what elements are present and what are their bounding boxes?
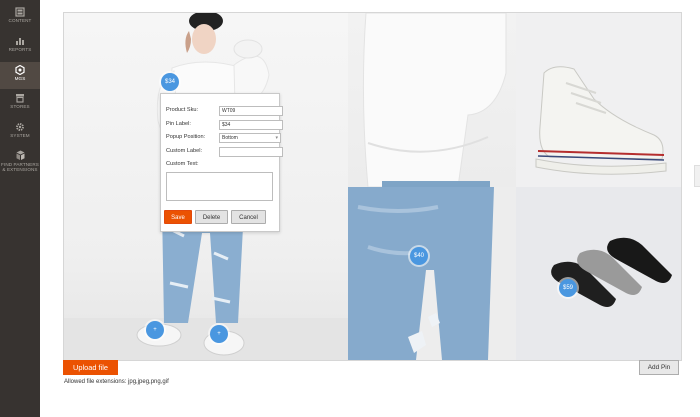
cancel-button[interactable]: Cancel xyxy=(231,210,266,224)
custom-text-textarea[interactable] xyxy=(166,172,273,201)
nav-item-reports[interactable]: REPORTS xyxy=(0,36,40,64)
pin-34[interactable]: $34 xyxy=(161,73,179,91)
nav-item-mgs[interactable]: MGS xyxy=(0,62,40,89)
mgs-hexagon-icon xyxy=(15,65,25,75)
pin-59[interactable]: $59 xyxy=(559,279,577,297)
nav-label-reports: REPORTS xyxy=(8,47,32,52)
nav-label-partners: FIND PARTNERS & EXTENSIONS xyxy=(1,162,39,173)
sneaker-image xyxy=(535,66,667,175)
stores-icon xyxy=(16,94,24,103)
pin-plus-right[interactable]: + xyxy=(210,325,228,343)
photo-sweater xyxy=(348,13,516,187)
nav-item-content[interactable]: CONTENT xyxy=(0,7,40,35)
pin-label-label: Pin Label: xyxy=(166,121,191,127)
pin-40[interactable]: $40 xyxy=(410,247,428,265)
side-panel-tab[interactable] xyxy=(694,165,700,187)
row-pin-label: Pin Label: $34 xyxy=(166,120,283,130)
admin-sidebar: CONTENT REPORTS MGS STORES SYSTEM FIND P… xyxy=(0,0,40,417)
nav-label-stores: STORES xyxy=(10,104,30,109)
row-custom-label: Custom Label: xyxy=(166,147,283,157)
nav-item-system[interactable]: SYSTEM xyxy=(0,122,40,150)
photo-sneaker xyxy=(516,13,681,187)
lookbook-canvas[interactable]: $34 $40 $59 + + xyxy=(63,12,682,361)
partners-cubes-icon xyxy=(16,150,24,160)
popup-position-select[interactable]: Bottom ▾ xyxy=(219,133,281,143)
custom-label-label: Custom Label: xyxy=(166,148,203,154)
popup-position-label: Popup Position: xyxy=(166,134,206,140)
row-product-sku: Product Sku: WT09 xyxy=(166,106,283,116)
custom-text-label: Custom Text: xyxy=(166,161,199,167)
allowed-extensions-note: Allowed file extensions: jpg,jpeg,png,gi… xyxy=(64,379,169,385)
sweater-image xyxy=(362,13,507,187)
product-sku-input[interactable]: WT09 xyxy=(219,106,283,116)
content-icon xyxy=(15,7,25,17)
nav-label-content: CONTENT xyxy=(8,18,32,23)
row-custom-text: Custom Text: xyxy=(166,160,274,170)
save-button[interactable]: Save xyxy=(164,210,192,224)
upload-file-button[interactable]: Upload file xyxy=(63,360,118,375)
custom-label-input[interactable] xyxy=(219,147,283,157)
socks-image xyxy=(551,237,672,307)
jeans-image xyxy=(348,187,516,360)
pin-plus-left[interactable]: + xyxy=(146,321,164,339)
nav-item-stores[interactable]: STORES xyxy=(0,93,40,121)
nav-label-system: SYSTEM xyxy=(10,133,30,138)
photo-jeans xyxy=(348,187,516,360)
chevron-down-icon: ▾ xyxy=(275,135,278,141)
product-sku-label: Product Sku: xyxy=(166,107,199,113)
photo-socks xyxy=(516,187,681,360)
gear-icon xyxy=(16,123,24,131)
reports-icon xyxy=(16,38,24,45)
delete-button[interactable]: Delete xyxy=(195,210,228,224)
pin-edit-popup: Product Sku: WT09 Pin Label: $34 Popup P… xyxy=(160,93,283,232)
popup-position-value: Bottom xyxy=(222,135,238,141)
pin-label-input[interactable]: $34 xyxy=(219,120,283,130)
nav-label-mgs: MGS xyxy=(14,76,26,81)
row-popup-position: Popup Position: Bottom ▾ xyxy=(166,133,281,143)
nav-item-partners[interactable]: FIND PARTNERS & EXTENSIONS xyxy=(0,150,40,186)
add-pin-button[interactable]: Add Pin xyxy=(639,360,679,375)
